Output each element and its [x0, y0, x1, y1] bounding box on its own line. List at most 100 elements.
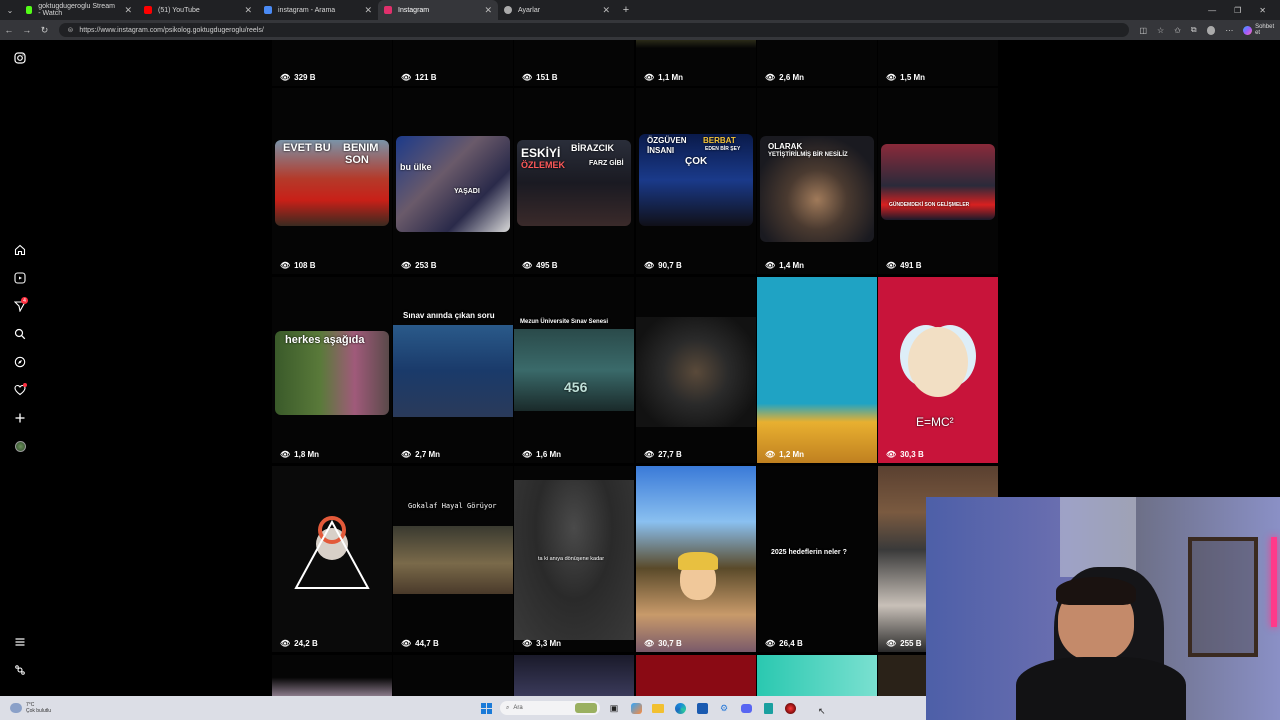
copilot-icon[interactable]: [628, 700, 644, 716]
close-icon[interactable]: ✕: [602, 5, 610, 16]
reel-tile[interactable]: [272, 655, 392, 696]
new-tab-button[interactable]: +: [616, 4, 636, 16]
eye-icon: 👁: [644, 261, 655, 270]
settings-app-icon[interactable]: ⚙: [716, 700, 732, 716]
profile-icon[interactable]: [10, 436, 30, 456]
close-icon[interactable]: ✕: [244, 5, 252, 16]
close-icon[interactable]: ✕: [484, 5, 492, 16]
avatar[interactable]: [1206, 25, 1216, 35]
eye-icon: 👁: [765, 261, 776, 270]
toolbar-actions: ◫ ☆ ✩ ⧉ ⋯ Sohbet et: [1139, 24, 1280, 36]
edge-icon[interactable]: [672, 700, 688, 716]
eye-icon: 👁: [280, 73, 291, 82]
eye-icon: 👁: [280, 639, 291, 648]
reel-tile[interactable]: ESKİYİ BİRAZCIK ÖZLEMEK FARZ GİBİ 👁 495 B: [514, 88, 634, 274]
bookmark-star-icon[interactable]: ☆: [1157, 26, 1164, 35]
reel-tile[interactable]: 👁 24,2 B: [272, 466, 392, 652]
discord-icon[interactable]: [738, 700, 754, 716]
view-count: 👁 151 B: [522, 73, 558, 82]
app-icon-red[interactable]: [782, 700, 798, 716]
windows-start-icon[interactable]: [478, 700, 494, 716]
tab-instagram[interactable]: Instagram ✕: [378, 0, 498, 20]
reel-tile[interactable]: Gokalaf Hayal Görüyor 👁 44,7 B: [393, 466, 513, 652]
create-icon[interactable]: [10, 408, 30, 428]
tab-kick[interactable]: goktugdugeroglu Stream - Watch ✕: [20, 0, 138, 20]
door-shape: [1060, 497, 1136, 577]
home-icon[interactable]: [10, 240, 30, 260]
reel-tile[interactable]: 👁 27,7 B: [636, 277, 756, 463]
url-field[interactable]: ⊜ https://www.instagram.com/psikolog.gok…: [59, 23, 1130, 37]
search-highlight-icon: [575, 703, 597, 713]
threads-icon[interactable]: [10, 660, 30, 680]
app-icon-blue[interactable]: [694, 700, 710, 716]
weather-widget[interactable]: 7°C Çok bulutlu: [0, 702, 51, 714]
tab-youtube[interactable]: (51) YouTube ✕: [138, 0, 258, 20]
close-icon[interactable]: ✕: [124, 5, 132, 16]
view-count: 👁 121 B: [401, 73, 437, 82]
reel-tile[interactable]: 👁 30,7 B: [636, 466, 756, 652]
reel-tile[interactable]: EVET BU BENIM SON 👁 108 B: [272, 88, 392, 274]
forward-icon[interactable]: →: [18, 25, 36, 35]
taskbar-icons: ⌕ Ara ▣ ⚙: [478, 700, 798, 716]
address-toolbar: ← → ↻ ⊜ https://www.instagram.com/psikol…: [0, 20, 1280, 40]
reel-tile[interactable]: ta ki anıya dönüşene kadar 👁 3,3 Mn: [514, 466, 634, 652]
app-icon-teal[interactable]: [760, 700, 776, 716]
view-count: 👁 1,6 Mn: [522, 450, 562, 459]
reel-tile[interactable]: [514, 655, 634, 696]
reel-tile[interactable]: 👁 1,2 Mn: [757, 277, 877, 463]
reel-tile[interactable]: bu ülke YAŞADI 👁 253 B: [393, 88, 513, 274]
reel-tile[interactable]: 👁 1,1 Mn: [636, 40, 756, 86]
reel-tile[interactable]: [393, 655, 513, 696]
reel-tile[interactable]: ÖZGÜVEN BERBAT İNSANI EDEN BİR ŞEY ÇOK 👁…: [636, 88, 756, 274]
task-view-icon[interactable]: ▣: [606, 700, 622, 716]
gear-icon: [504, 6, 512, 14]
favorites-icon[interactable]: ✩: [1174, 26, 1181, 35]
close-icon[interactable]: ✕: [364, 5, 372, 16]
reel-tile[interactable]: [636, 655, 756, 696]
view-count: 👁 491 B: [886, 261, 922, 270]
back-icon[interactable]: ←: [0, 25, 18, 35]
reel-tile[interactable]: 👁 2,6 Mn: [757, 40, 877, 86]
split-screen-icon[interactable]: ◫: [1139, 26, 1147, 35]
site-info-icon[interactable]: ⊜: [67, 26, 73, 34]
taskbar-search[interactable]: ⌕ Ara: [500, 701, 600, 715]
reel-tile[interactable]: Sınav anında çıkan soru 👁 2,7 Mn: [393, 277, 513, 463]
eye-icon: 👁: [644, 639, 655, 648]
tab-settings[interactable]: Ayarlar ✕: [498, 0, 616, 20]
tab-search[interactable]: instagram - Arama ✕: [258, 0, 378, 20]
close-window-icon[interactable]: ✕: [1259, 6, 1266, 15]
reel-tile[interactable]: Mezun Üniversite Sınav Senesi 456 👁 1,6 M…: [514, 277, 634, 463]
eye-icon: 👁: [522, 450, 533, 459]
restore-icon[interactable]: ❐: [1234, 6, 1241, 15]
view-count: 👁 255 B: [886, 639, 922, 648]
reel-tile[interactable]: 👁 1,5 Mn: [878, 40, 998, 86]
chat-button[interactable]: Sohbet et: [1243, 24, 1280, 36]
reel-tile[interactable]: 👁 121 B: [393, 40, 513, 86]
reel-tile[interactable]: herkes aşağıda 👁 1,8 Mn: [272, 277, 392, 463]
menu-icon[interactable]: [10, 632, 30, 652]
instagram-icon[interactable]: [10, 48, 30, 68]
reel-tile[interactable]: 2025 hedeflerin neler ? 👁 26,4 B: [757, 466, 877, 652]
explore-icon[interactable]: [10, 352, 30, 372]
heart-icon[interactable]: [10, 380, 30, 400]
window-controls: — ❐ ✕: [1208, 6, 1280, 15]
reel-tile[interactable]: E=MC² 👁 30,3 B: [878, 277, 998, 463]
weather-desc: Çok bulutlu: [26, 708, 52, 714]
minimize-icon[interactable]: —: [1208, 6, 1216, 15]
tab-search-icon[interactable]: ⌄: [0, 6, 20, 15]
direct-icon[interactable]: 4: [10, 296, 30, 316]
reel-tile[interactable]: 👁 329 B: [272, 40, 392, 86]
view-count: 👁 1,8 Mn: [280, 450, 320, 459]
reel-tile[interactable]: GÜNDEMDEKİ SON GELİŞMELER 👁 491 B: [878, 88, 998, 274]
tab-title: goktugdugeroglu Stream - Watch: [38, 3, 115, 17]
search-icon[interactable]: [10, 324, 30, 344]
collections-icon[interactable]: ⧉: [1191, 25, 1197, 35]
reel-tile[interactable]: 👁 151 B: [514, 40, 634, 86]
more-menu-icon[interactable]: ⋯: [1225, 26, 1233, 35]
notification-badge: 4: [21, 297, 28, 304]
reels-icon[interactable]: [10, 268, 30, 288]
reload-icon[interactable]: ↻: [36, 25, 54, 36]
file-explorer-icon[interactable]: [650, 700, 666, 716]
reel-tile[interactable]: OLARAK YETİŞTİRİLMİŞ BİR NESİLİZ 👁 1,4 Mn: [757, 88, 877, 274]
reel-tile[interactable]: [757, 655, 877, 696]
